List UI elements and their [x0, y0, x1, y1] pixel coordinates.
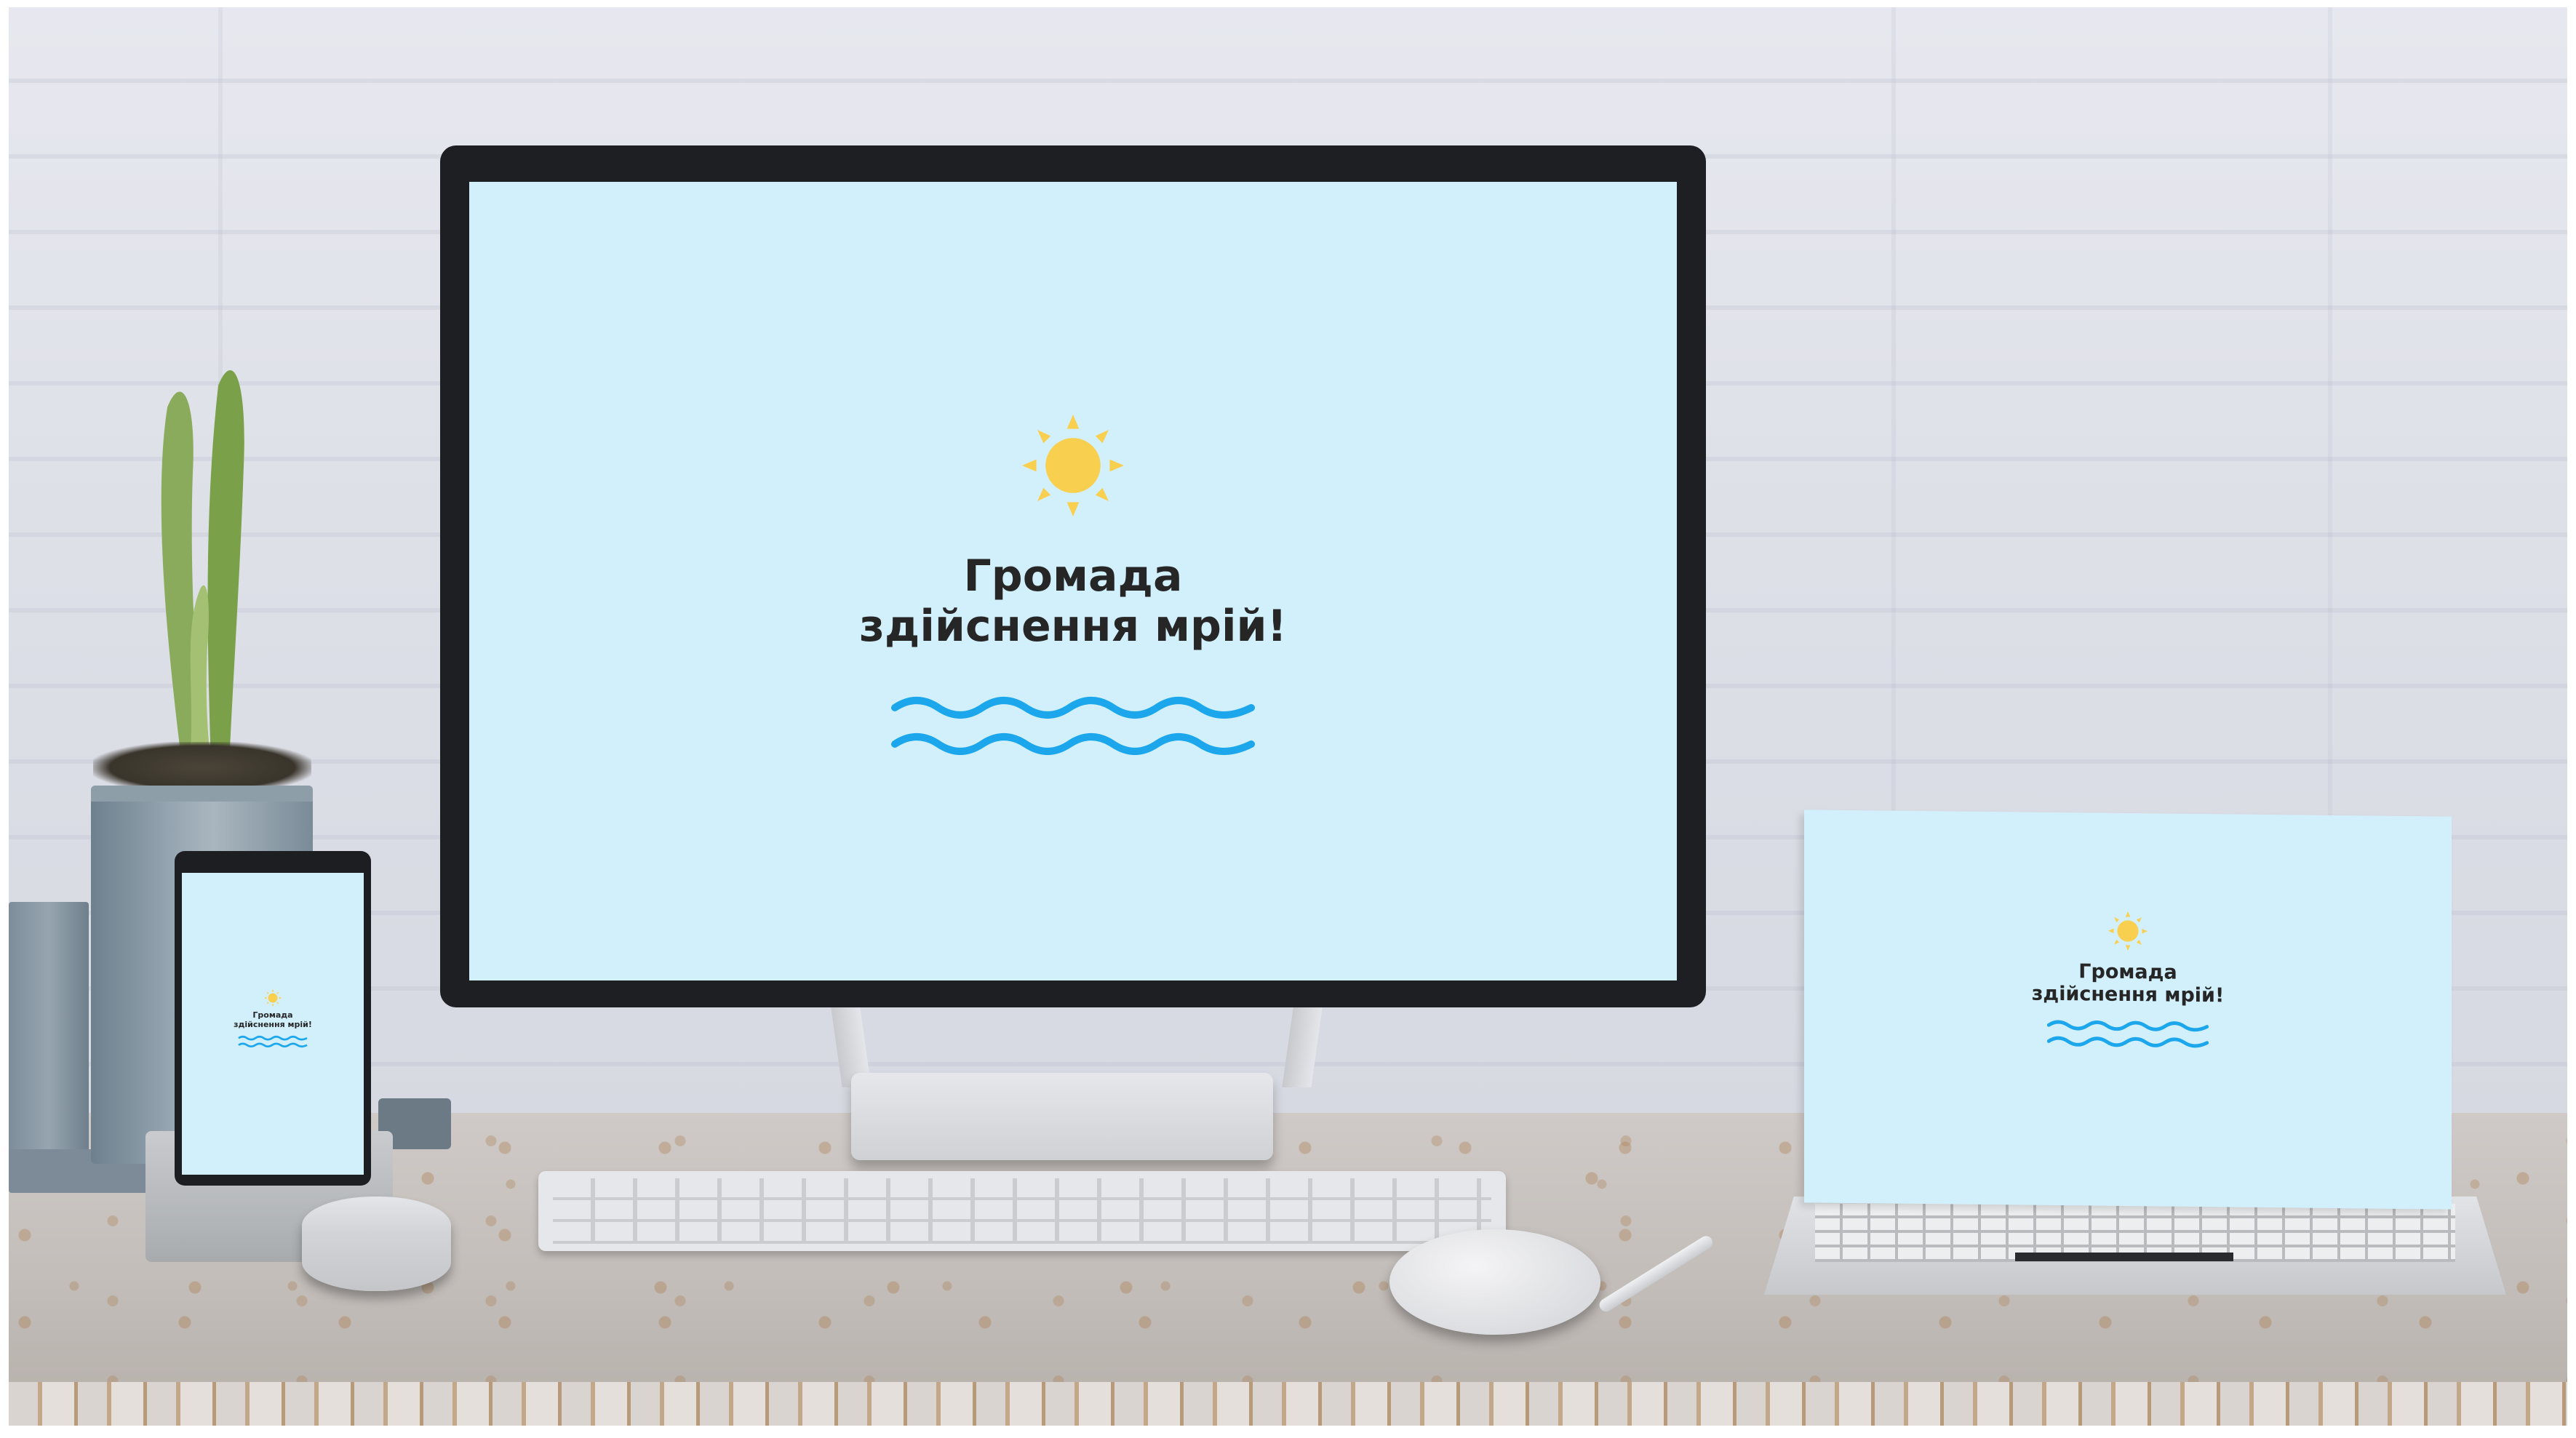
small-pot: [9, 902, 89, 1157]
slogan-title: Громада здійснення мрій!: [859, 551, 1287, 652]
pot-rim: [91, 786, 313, 802]
slogan-line-1: Громада: [2078, 960, 2177, 984]
slogan-line-1: Громада: [252, 1010, 293, 1020]
slogan-title: Громада здійснення мрій!: [234, 1010, 312, 1029]
slogan-line-1: Громада: [963, 551, 1183, 602]
sun-icon: [1022, 415, 1124, 516]
plant-leaves: [161, 370, 244, 764]
slogan-line-2: здійснення мрій!: [2031, 982, 2225, 1007]
mouse: [1389, 1229, 1600, 1335]
sun-icon: [264, 989, 282, 1007]
laptop-hinge-slot: [2015, 1253, 2233, 1261]
slogan-title: Громада здійснення мрій!: [2032, 960, 2225, 1007]
desk-scene: Громада здійснення мрій! Громада здійсне…: [0, 0, 2576, 1438]
phone-screen: Громада здійснення мрій!: [182, 873, 364, 1175]
monitor-screen: Громада здійснення мрій!: [469, 182, 1677, 980]
smart-speaker: [302, 1197, 451, 1291]
sun-icon: [2108, 911, 2148, 951]
monitor-base: [851, 1073, 1273, 1160]
keyboard-keys: [553, 1178, 1491, 1244]
desk-edge: [9, 1382, 2567, 1426]
slogan-line-2: здійснення мрій!: [859, 601, 1287, 652]
slogan-line-2: здійснення мрій!: [234, 1019, 312, 1029]
waves-icon: [238, 1036, 308, 1048]
waves-icon: [891, 697, 1255, 755]
waves-icon: [2047, 1020, 2209, 1048]
laptop-screen: Громада здійснення мрій!: [1804, 810, 2452, 1210]
